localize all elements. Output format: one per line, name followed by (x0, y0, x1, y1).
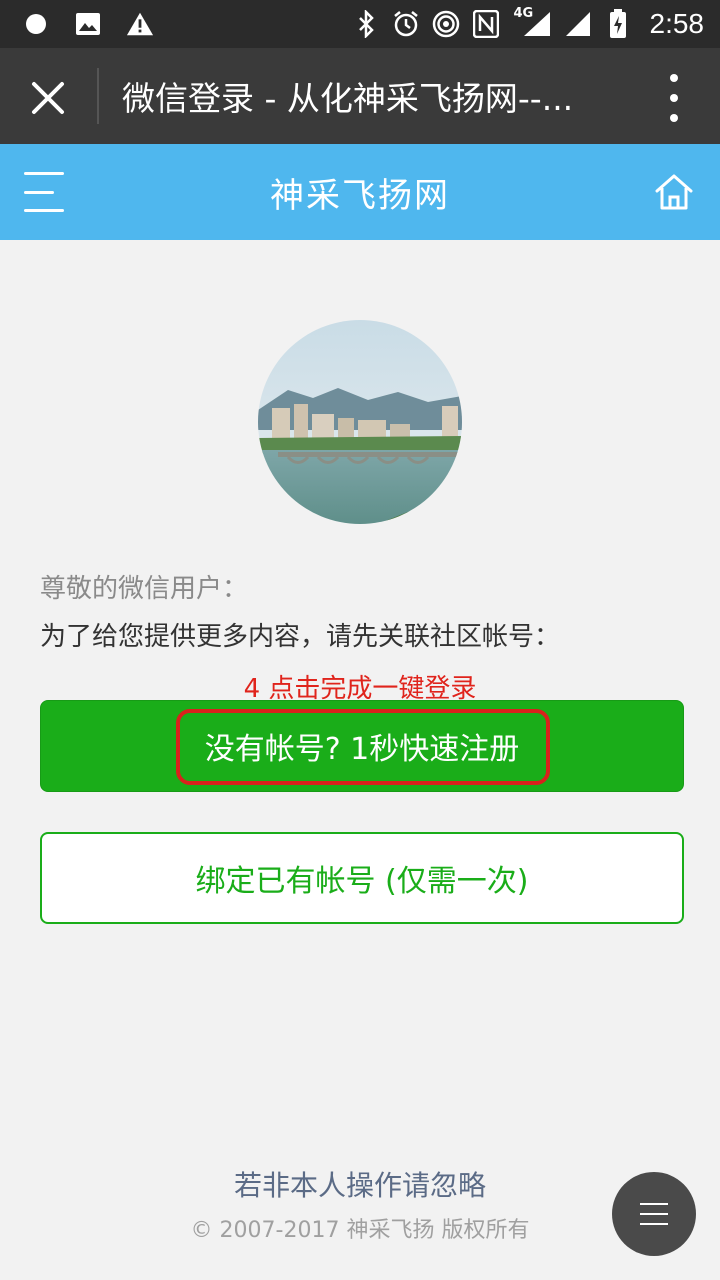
circle-icon (22, 10, 50, 38)
browser-title-bar: 微信登录 - 从化神采飞扬网--... (0, 48, 720, 144)
more-dot-icon (670, 74, 678, 82)
greeting-text: 尊敬的微信用户： (40, 574, 249, 604)
image-icon (74, 10, 102, 38)
signal-icon (564, 10, 592, 38)
bluetooth-icon (352, 10, 380, 38)
site-avatar-image (258, 320, 462, 524)
ignore-link[interactable]: 若非本人操作请忽略 (0, 1164, 720, 1204)
fab-line-icon (640, 1203, 668, 1205)
more-options-button[interactable] (654, 74, 694, 122)
close-button[interactable] (22, 72, 74, 124)
site-header: 神采飞扬网 (0, 144, 720, 240)
close-icon (32, 82, 64, 114)
browser-title: 微信登录 - 从化神采飞扬网--... (122, 79, 574, 118)
more-dot-icon (670, 114, 678, 122)
status-icons-right: 4G 2:58 (352, 6, 705, 40)
status-time: 2:58 (649, 8, 705, 39)
status-icons-left (22, 10, 154, 38)
more-dot-icon (670, 94, 678, 102)
site-title: 神采飞扬网 (270, 176, 450, 216)
network-type-label: 4G (513, 6, 534, 21)
battery-charging-icon (604, 9, 632, 38)
status-bar: 4G 2:58 (0, 0, 720, 48)
nfc-icon (472, 10, 500, 38)
warning-icon (126, 10, 154, 38)
title-divider (97, 68, 99, 124)
quick-register-button[interactable]: 没有帐号? 1秒快速注册 (40, 700, 684, 792)
home-button[interactable] (652, 170, 696, 214)
home-icon (655, 174, 693, 210)
description-text: 为了给您提供更多内容，请先关联社区帐号： (40, 622, 561, 652)
bind-account-button[interactable]: 绑定已有帐号 (仅需一次) (40, 832, 684, 924)
fab-line-icon (640, 1213, 668, 1215)
hotspot-icon (432, 10, 460, 38)
floating-menu-button[interactable] (612, 1172, 696, 1256)
fab-line-icon (640, 1223, 668, 1225)
alarm-icon (392, 10, 420, 38)
signal-4g-icon: 4G (512, 6, 552, 38)
